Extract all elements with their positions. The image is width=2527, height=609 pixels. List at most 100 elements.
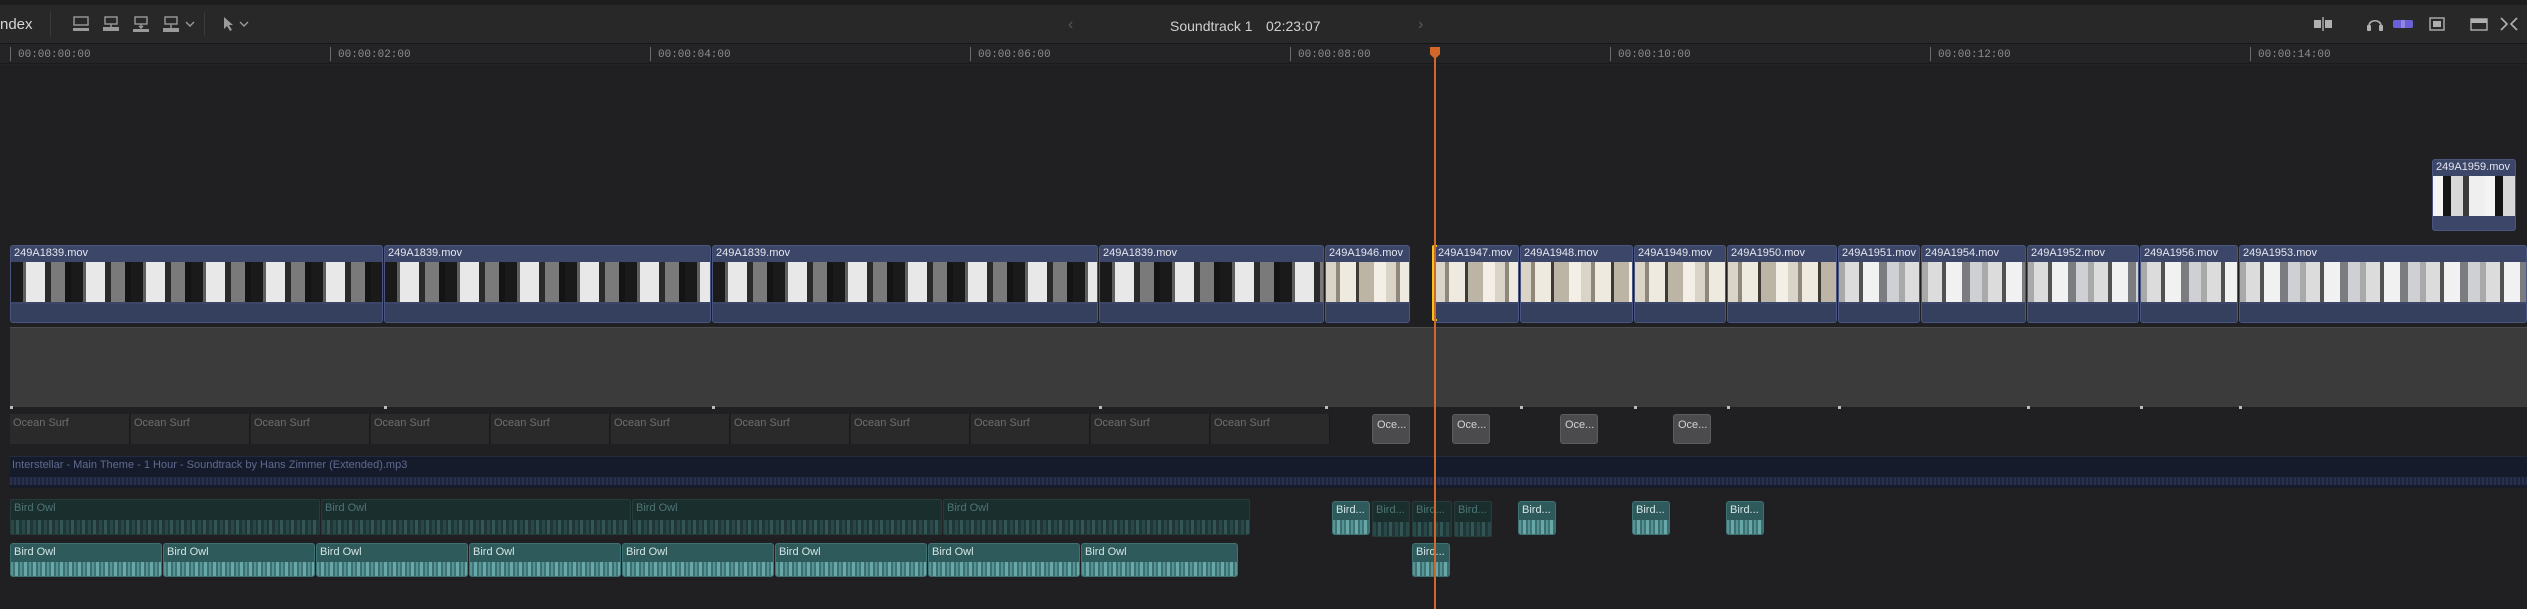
timeline-ruler[interactable]: 00:00:00:00 00:00:02:00 00:00:04:00 00:0… — [0, 44, 2527, 64]
next-project-chevron[interactable]: › — [1418, 16, 1423, 34]
bird-owl-clip[interactable]: Bird Owl — [928, 543, 1080, 577]
clip-name: 249A1948.mov — [1524, 247, 1598, 259]
clip-thumbnails — [2141, 262, 2237, 302]
bird-owl-short-clip[interactable]: Bird... — [1412, 501, 1452, 537]
snapping-icon[interactable] — [2310, 12, 2336, 36]
ocean-surf-clip[interactable]: Ocean Surf — [491, 414, 610, 444]
ocean-surf-short-clip[interactable]: Oce... — [1452, 414, 1490, 444]
clip-name: Bird... — [1730, 504, 1759, 516]
clip-name: 249A1947.mov — [1438, 247, 1512, 259]
bird-owl-short-clip[interactable]: Bird... — [1726, 501, 1764, 535]
ocean-surf-short-clip[interactable]: Oce... — [1673, 414, 1711, 444]
music-clip[interactable]: Interstellar - Main Theme - 1 Hour - Sou… — [10, 456, 2527, 488]
video-clip[interactable]: 249A1839.mov — [712, 245, 1098, 323]
ocean-surf-short-clip[interactable]: Oce... — [1372, 414, 1410, 444]
ruler-label: 00:00:14:00 — [2258, 49, 2331, 61]
solo-icon[interactable] — [2390, 12, 2416, 36]
playhead[interactable] — [1434, 49, 1436, 609]
audio-waveform — [164, 562, 314, 576]
ocean-surf-clip[interactable]: Ocean Surf — [131, 414, 250, 444]
ruler-tick — [970, 47, 971, 61]
bird-owl-clip[interactable]: Bird Owl — [622, 543, 774, 577]
bird-owl-clip[interactable]: Bird Owl — [469, 543, 621, 577]
audio-waveform — [633, 520, 941, 534]
ocean-surf-clip[interactable]: Ocean Surf — [1211, 414, 1330, 444]
clip-name: Bird... — [1376, 504, 1405, 516]
ocean-surf-clip[interactable]: Ocean Surf — [251, 414, 370, 444]
bird-owl-short-clip[interactable]: Bird... — [1412, 543, 1450, 577]
video-clip[interactable]: 249A1952.mov — [2027, 245, 2139, 323]
video-clip[interactable]: 249A1839.mov — [1099, 245, 1324, 323]
ocean-surf-clip[interactable]: Ocean Surf — [971, 414, 1090, 444]
bird-owl-short-clip[interactable]: Bird... — [1372, 501, 1410, 537]
clip-name: Ocean Surf — [494, 417, 550, 429]
video-clip[interactable]: 249A1948.mov — [1520, 245, 1633, 323]
video-clip[interactable]: 249A1946.mov — [1325, 245, 1410, 323]
clip-viewer-icon[interactable] — [2424, 12, 2450, 36]
bird-owl-clip[interactable]: Bird Owl — [632, 499, 942, 535]
timeline-area[interactable]: 249A1959.mov 249A1839.mov 249A1839.mov 2… — [0, 65, 2527, 609]
video-clip[interactable]: 249A1947.mov — [1434, 245, 1519, 323]
bird-owl-clip[interactable]: Bird Owl — [163, 543, 315, 577]
clip-name: 249A1949.mov — [1638, 247, 1712, 259]
bird-owl-clip[interactable]: Bird Owl — [10, 499, 320, 535]
ocean-surf-clip[interactable]: Ocean Surf — [611, 414, 730, 444]
video-clip[interactable]: 249A1949.mov — [1634, 245, 1726, 323]
clip-boundary-marker — [2027, 406, 2030, 409]
bird-owl-short-clip[interactable]: Bird... — [1632, 501, 1670, 535]
full-width-icon[interactable] — [2496, 12, 2522, 36]
video-clip[interactable]: 249A1953.mov — [2239, 245, 2527, 323]
video-clip[interactable]: 249A1956.mov — [2140, 245, 2238, 323]
connect-clip-icon[interactable] — [98, 12, 124, 36]
ocean-surf-clip[interactable]: Ocean Surf — [1091, 414, 1210, 444]
audio-waveform — [776, 562, 926, 576]
audio-waveform — [10, 477, 2527, 485]
bird-owl-clip[interactable]: Bird Owl — [1081, 543, 1238, 577]
audio-waveform — [1373, 522, 1409, 536]
audio-waveform — [1519, 520, 1555, 534]
clip-thumbnails — [1635, 262, 1725, 302]
bird-owl-clip[interactable]: Bird Owl — [316, 543, 468, 577]
clip-name: 249A1954.mov — [1925, 247, 1999, 259]
clip-name: Bird Owl — [932, 546, 974, 558]
video-clip[interactable]: 249A1950.mov — [1727, 245, 1837, 323]
bird-owl-clip[interactable]: Bird Owl — [321, 499, 631, 535]
project-title: Soundtrack 1 — [1170, 18, 1253, 34]
overwrite-clip-icon[interactable] — [158, 12, 184, 36]
video-clip[interactable]: 249A1839.mov — [384, 245, 711, 323]
bird-owl-clip[interactable]: Bird Owl — [943, 499, 1250, 535]
edit-menu-chevron-icon[interactable] — [182, 12, 198, 36]
ruler-label: 00:00:04:00 — [658, 49, 731, 61]
bird-owl-short-clip[interactable]: Bird... — [1518, 501, 1556, 535]
ocean-surf-clip[interactable]: Ocean Surf — [10, 414, 130, 444]
clip-name: 249A1956.mov — [2144, 247, 2218, 259]
tool-menu-chevron-icon[interactable] — [236, 12, 252, 36]
bird-owl-clip[interactable]: Bird Owl — [10, 543, 162, 577]
connected-video-clip[interactable]: 249A1959.mov — [2432, 159, 2516, 231]
video-clip[interactable]: 249A1951.mov — [1838, 245, 1920, 323]
previous-project-chevron[interactable]: ‹ — [1068, 16, 1073, 34]
bird-owl-short-clip[interactable]: Bird... — [1332, 501, 1370, 535]
ruler-label: 00:00:02:00 — [338, 49, 411, 61]
clip-appearance-icon[interactable] — [68, 12, 94, 36]
storyline-audio-band[interactable] — [10, 327, 2527, 409]
ocean-surf-clip[interactable]: Ocean Surf — [851, 414, 970, 444]
ocean-surf-clip[interactable]: Ocean Surf — [731, 414, 850, 444]
video-clip[interactable]: 249A1839.mov — [10, 245, 383, 323]
clip-thumbnails — [1435, 262, 1518, 302]
audio-skimming-headphones-icon[interactable] — [2362, 12, 2388, 36]
clip-name: Ocean Surf — [13, 417, 69, 429]
clip-name: Oce... — [1457, 419, 1487, 431]
clip-name: 249A1953.mov — [2243, 247, 2317, 259]
clip-name: Bird Owl — [320, 546, 362, 558]
bird-owl-short-clip[interactable]: Bird... — [1454, 501, 1492, 537]
bird-owl-clip[interactable]: Bird Owl — [775, 543, 927, 577]
ocean-surf-clip[interactable]: Ocean Surf — [371, 414, 490, 444]
index-button[interactable]: ndex — [0, 16, 33, 33]
clip-name: Ocean Surf — [374, 417, 430, 429]
timeline-index-icon[interactable] — [2466, 12, 2492, 36]
video-clip[interactable]: 249A1954.mov — [1921, 245, 2026, 323]
audio-waveform — [1413, 522, 1451, 536]
insert-clip-icon[interactable] — [128, 12, 154, 36]
ocean-surf-short-clip[interactable]: Oce... — [1560, 414, 1598, 444]
